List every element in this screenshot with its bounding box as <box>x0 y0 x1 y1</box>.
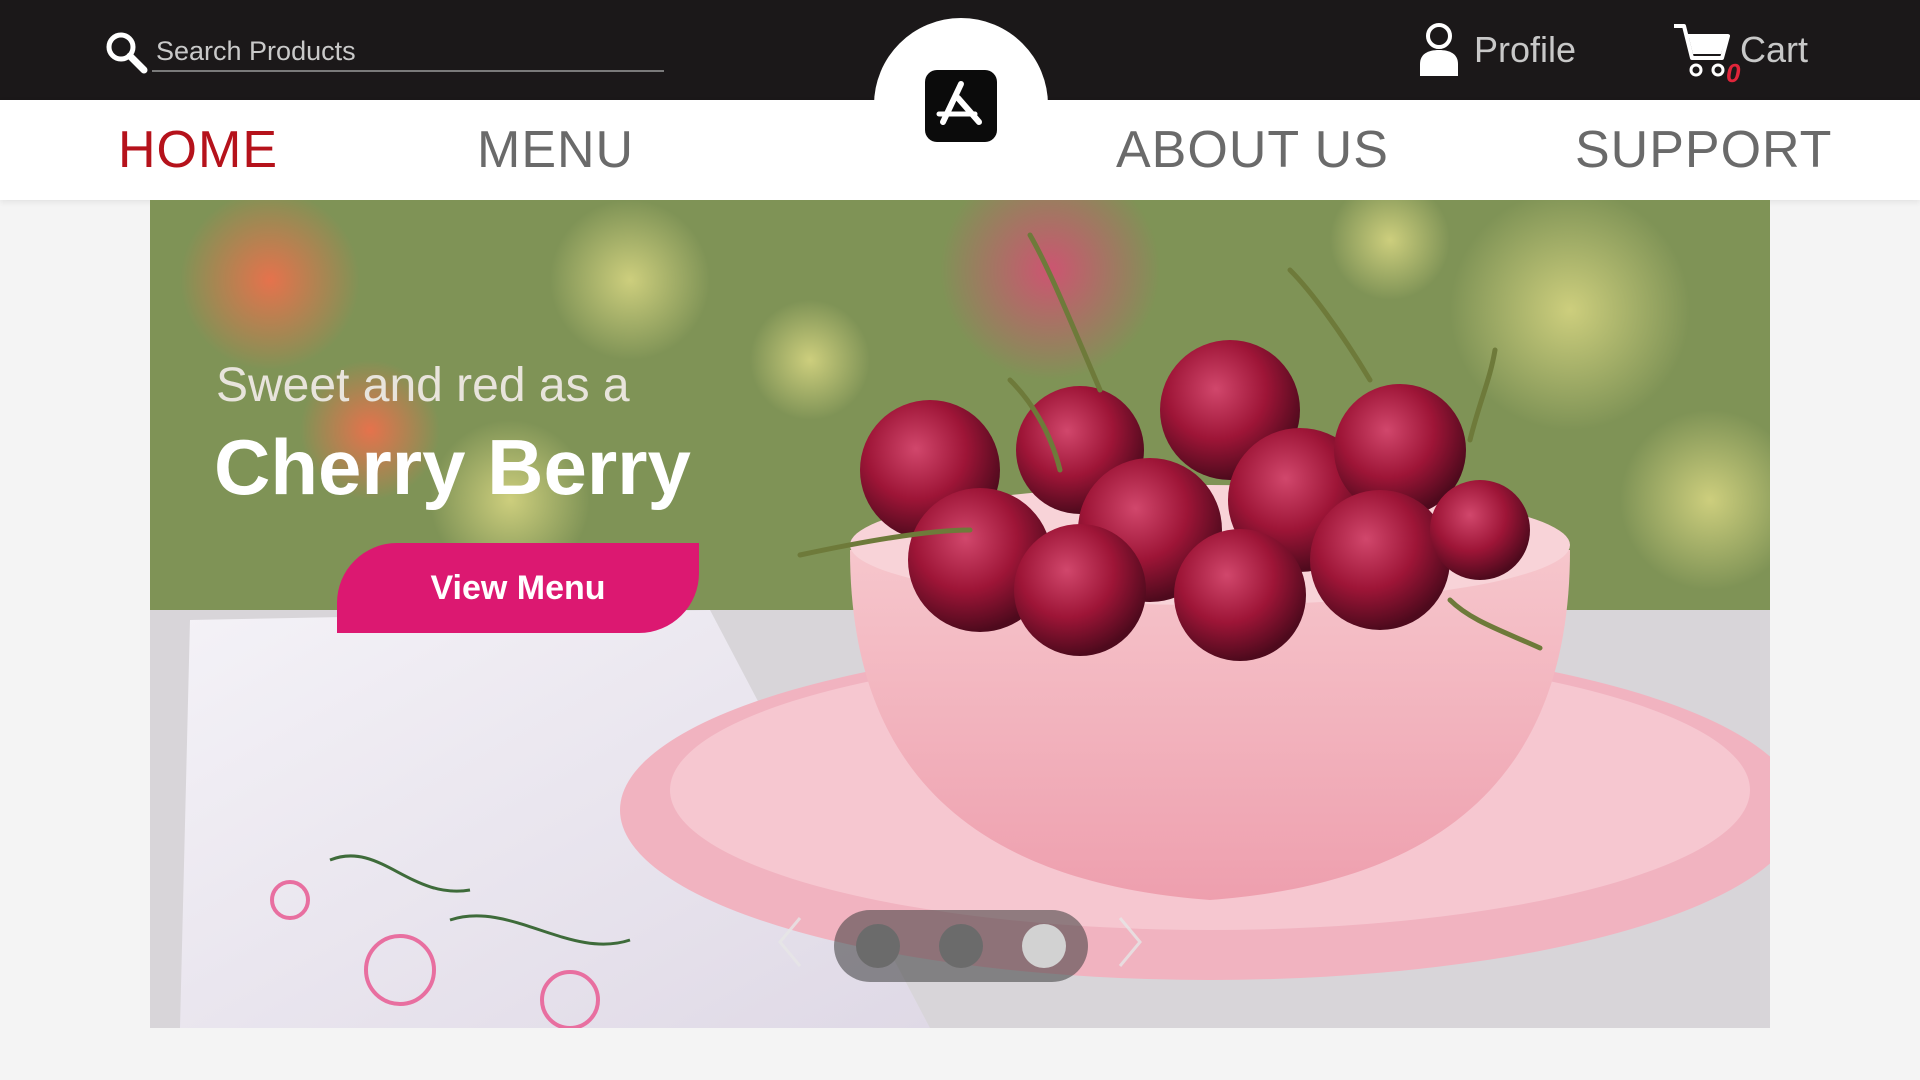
view-menu-button[interactable]: View Menu <box>337 543 699 633</box>
cart-icon <box>1674 24 1730 77</box>
logo-link[interactable] <box>925 70 997 142</box>
hero-banner: Sweet and red as a Cherry Berry View Men… <box>150 200 1770 1028</box>
search-input[interactable] <box>152 32 664 72</box>
nav-home[interactable]: HOME <box>118 120 278 180</box>
user-icon <box>1420 23 1458 76</box>
hero-subtitle: Sweet and red as a <box>216 359 630 412</box>
search-icon[interactable] <box>104 30 148 74</box>
carousel-dot-active[interactable] <box>1022 924 1066 968</box>
carousel-dot[interactable] <box>939 924 983 968</box>
nav-support[interactable]: SUPPORT <box>1575 120 1832 180</box>
app-store-icon <box>936 81 982 125</box>
carousel-dots <box>834 910 1088 982</box>
cart-label: Cart <box>1740 29 1809 70</box>
carousel-dot[interactable] <box>856 924 900 968</box>
cart-icon-wrap: 0 <box>1672 20 1740 86</box>
profile-label: Profile <box>1474 29 1577 70</box>
hero-title: Cherry Berry <box>214 423 691 511</box>
profile-link[interactable]: Profile <box>1416 20 1576 80</box>
cart-count-badge: 0 <box>1726 58 1741 88</box>
chevron-right-icon[interactable] <box>1110 912 1150 972</box>
nav-menu[interactable]: MENU <box>477 120 634 180</box>
cart-link[interactable]: 0 Cart <box>1672 18 1809 86</box>
nav-about-us[interactable]: ABOUT US <box>1116 120 1389 180</box>
chevron-left-icon[interactable] <box>770 912 810 972</box>
search-bar <box>104 28 664 74</box>
